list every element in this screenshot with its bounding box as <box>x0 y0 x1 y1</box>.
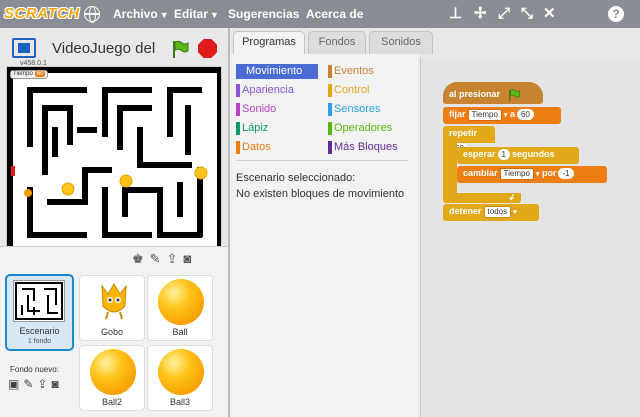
editor-tabs: Programas Fondos Sonidos <box>230 28 640 55</box>
upload-sprite-icon[interactable]: ⇪ <box>167 251 184 266</box>
stage-thumbnail-image <box>13 280 65 322</box>
monitor-name: Tiempo <box>13 71 33 77</box>
paint-backdrop-icon[interactable]: ✎ <box>23 377 37 391</box>
palette-message-body: No existen bloques de movimiento <box>236 188 405 200</box>
sprite-name: Gobo <box>100 327 124 337</box>
change-variable-dropdown[interactable]: Tiempo <box>499 167 534 180</box>
backdrop-library-icon[interactable]: ▣ <box>8 377 23 391</box>
paint-sprite-icon[interactable]: ✎ <box>150 251 167 266</box>
tab-programas[interactable]: Programas <box>233 31 305 55</box>
new-backdrop-label: Fondo nuevo: <box>10 365 59 374</box>
ball-sprite-icon <box>158 279 204 325</box>
sprite-name: Ball <box>172 327 188 337</box>
menu-sugerencias[interactable]: Sugerencias <box>228 7 299 21</box>
fullscreen-icon[interactable] <box>12 38 36 58</box>
stop-option-dropdown[interactable]: todos <box>483 205 512 218</box>
tab-sonidos[interactable]: Sonidos <box>369 31 433 54</box>
block-palette: Movimiento Apariencia Sonido Lápiz Datos… <box>230 54 418 417</box>
repeat-loop-arrow-icon: ↲ <box>443 193 521 203</box>
upload-backdrop-icon[interactable]: ⇪ <box>37 377 51 391</box>
block-set-variable[interactable]: fijar Tiempo ▾ a 60 <box>443 107 561 124</box>
menu-bar: SCRATCH Archivo ▼ Editar ▼ Sugerencias Ace… <box>0 0 640 28</box>
category-eventos[interactable]: Eventos <box>328 64 374 79</box>
category-datos[interactable]: Datos <box>236 140 271 155</box>
stop-sign-icon[interactable] <box>198 39 217 58</box>
shrink-icon[interactable]: ⤡ <box>521 5 533 23</box>
category-movimiento[interactable]: Movimiento <box>236 64 318 79</box>
monitor-value: 60 <box>34 71 46 77</box>
sprite-library-icon[interactable]: ♚ <box>132 251 150 266</box>
category-mas-bloques[interactable]: Más Bloques <box>328 140 398 155</box>
gobo-sprite-icon <box>101 283 127 320</box>
sprite-panel: ♚✎⇪◙ Escenario 1 fondo Gobo Ball Ball2 B… <box>0 246 228 417</box>
stage-thumbnail-label: Escenario <box>19 326 60 336</box>
category-sensores[interactable]: Sensores <box>328 102 380 117</box>
block-wait[interactable]: esperar 1 segundos <box>457 147 579 164</box>
grow-icon[interactable]: ⤢ <box>498 5 510 23</box>
block-stop[interactable]: detener todos ▾ <box>443 204 539 221</box>
variable-monitor[interactable]: Tiempo 60 <box>10 70 49 79</box>
green-flag-icon[interactable] <box>170 39 190 59</box>
scripts-area[interactable]: al presionar fijarTiempo▾ a60 repetir60 … <box>420 58 640 417</box>
project-title[interactable]: VideoJuego del <box>52 38 162 60</box>
ball-sprite-icon <box>90 349 136 395</box>
category-control[interactable]: Control <box>328 83 369 98</box>
sprite-name: Ball3 <box>169 397 190 407</box>
stage-area: VideoJuego del v458.0.1 Tiempo 60 <box>0 28 230 270</box>
block-when-flag-clicked[interactable]: al presionar <box>443 82 543 104</box>
backdrop-camera-icon[interactable]: ◙ <box>51 377 62 391</box>
category-sonido[interactable]: Sonido <box>236 102 276 117</box>
menu-archivo[interactable]: Archivo ▼ <box>113 7 169 21</box>
stage-thumbnail-sub: 1 fondo <box>27 338 52 345</box>
change-value-input[interactable]: -1 <box>558 168 574 180</box>
new-backdrop-tools: ▣✎⇪◙ <box>8 377 63 391</box>
new-sprite-tools: ♚✎⇪◙ <box>132 251 197 269</box>
sprite-name: Ball2 <box>101 397 122 407</box>
set-variable-dropdown[interactable]: Tiempo <box>467 108 502 121</box>
category-lapiz[interactable]: Lápiz <box>236 121 268 136</box>
category-operadores[interactable]: Operadores <box>328 121 392 136</box>
wait-seconds-input[interactable]: 1 <box>497 149 510 161</box>
menu-editar[interactable]: Editar ▼ <box>174 7 219 21</box>
block-repeat[interactable]: repetir60 <box>443 126 495 155</box>
maze-backdrop <box>7 67 221 257</box>
camera-icon[interactable]: ◙ <box>183 251 197 266</box>
sprite-tile-gobo[interactable]: Gobo <box>79 275 145 341</box>
tab-fondos[interactable]: Fondos <box>308 31 366 54</box>
set-value-input[interactable]: 60 <box>516 109 534 121</box>
zoom-fit-icon[interactable]: ✕ <box>543 5 556 23</box>
sprite-tile-ball3[interactable]: Ball3 <box>147 345 213 411</box>
stage-thumbnail[interactable]: Escenario 1 fondo <box>5 274 74 351</box>
sprite-tile-ball[interactable]: Ball <box>147 275 213 341</box>
language-globe-icon[interactable] <box>84 6 100 23</box>
repeat-block-arm <box>443 143 457 195</box>
scratch-logo[interactable]: SCRATCH <box>4 3 79 25</box>
cut-scissors-icon[interactable]: ✢ <box>474 5 487 23</box>
stage-canvas[interactable]: Tiempo 60 <box>6 66 222 258</box>
category-apariencia[interactable]: Apariencia <box>236 83 294 98</box>
help-button[interactable]: ? <box>608 6 624 22</box>
block-change-variable[interactable]: cambiar Tiempo ▾ por -1 <box>457 166 607 183</box>
green-flag-icon <box>508 88 520 101</box>
menu-acerca-de[interactable]: Acerca de <box>306 7 363 21</box>
ball-sprite-icon <box>158 349 204 395</box>
sprite-tile-ball2[interactable]: Ball2 <box>79 345 145 411</box>
duplicate-stamp-icon[interactable]: ⊥ <box>449 5 462 23</box>
palette-separator <box>236 160 408 161</box>
palette-message-title: Escenario seleccionado: <box>236 172 356 184</box>
